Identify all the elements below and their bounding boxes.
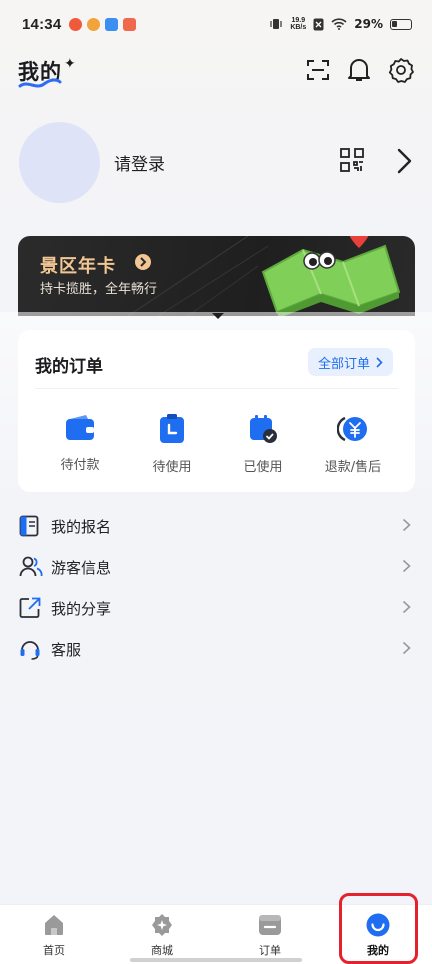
red-app-icon	[123, 17, 137, 31]
avatar[interactable]	[19, 122, 100, 203]
tab-home[interactable]: 首页	[0, 905, 108, 964]
home-icon	[42, 913, 66, 937]
order-to-use[interactable]: 待使用	[131, 414, 213, 475]
vibrate-icon	[270, 19, 282, 29]
title-swoosh-decoration	[18, 78, 62, 88]
header: 我的 ✦	[0, 52, 432, 96]
order-label: 待付款	[60, 458, 100, 473]
orders-title: 我的订单	[35, 357, 103, 377]
chevron-right-icon[interactable]	[396, 148, 412, 174]
banner-arrow-icon	[135, 254, 151, 270]
annual-card-banner[interactable]: 景区年卡 持卡揽胜，全年畅行	[18, 236, 415, 316]
chevron-right-icon	[402, 600, 411, 614]
order-label: 退款/售后	[324, 460, 382, 475]
blue-app-icon	[105, 17, 119, 31]
all-orders-button[interactable]: 全部订单	[308, 348, 394, 376]
menu-item-label: 我的报名	[51, 518, 112, 536]
qr-code-icon[interactable]	[340, 148, 364, 172]
wifi-icon	[331, 18, 347, 30]
status-right: 19.9 KB/s 29%	[269, 17, 412, 31]
chevron-right-icon	[402, 641, 411, 655]
settings-button[interactable]	[387, 56, 415, 84]
order-pending-payment[interactable]: 待付款	[39, 414, 121, 473]
net-speed-value: 19.9	[291, 17, 306, 24]
menu-item-service[interactable]: 客服	[0, 628, 432, 669]
menu-item-share[interactable]: 我的分享	[0, 587, 432, 628]
headset-icon	[20, 641, 40, 660]
weibo-app-icon	[69, 17, 83, 31]
tab-label: 商城	[151, 944, 173, 957]
yuan-refund-icon	[337, 416, 367, 442]
banner-subtitle: 持卡揽胜，全年畅行	[40, 282, 158, 297]
banner-notch	[212, 313, 224, 319]
menu-item-signup[interactable]: 我的报名	[0, 505, 432, 546]
orange-app-icon	[87, 17, 101, 31]
wallet-icon	[66, 415, 94, 440]
tab-orders[interactable]: 订单	[216, 905, 324, 964]
chevron-right-icon	[402, 518, 411, 532]
net-speed-unit: KB/s	[290, 24, 307, 31]
orders-icon	[258, 913, 282, 937]
map-pin-illustration	[261, 236, 401, 316]
order-used[interactable]: 已使用	[222, 414, 304, 475]
bell-icon	[348, 59, 370, 81]
scan-icon	[307, 60, 329, 80]
profile-section[interactable]: 请登录	[0, 120, 432, 206]
tab-label: 订单	[259, 944, 281, 957]
menu-list: 我的报名 游客信息 我的分享 客服	[0, 505, 432, 669]
calendar-check-icon	[250, 415, 277, 443]
login-link[interactable]: 请登录	[114, 150, 165, 175]
status-app-icons	[69, 17, 137, 31]
orders-card: 我的订单 全部订单 待付款 待使用 已使用 退款/售后	[18, 330, 415, 492]
order-label: 已使用	[243, 460, 283, 475]
menu-item-label: 客服	[51, 641, 82, 659]
share-icon	[19, 597, 41, 618]
menu-item-label: 游客信息	[51, 559, 112, 577]
net-speed: 19.9 KB/s	[290, 17, 306, 31]
banner-title: 景区年卡	[40, 256, 116, 277]
chevron-right-icon	[402, 559, 411, 573]
battery-icon	[390, 18, 412, 30]
active-tab-highlight	[339, 893, 418, 964]
all-orders-label: 全部订单	[318, 356, 371, 372]
status-bar: 14:34 19.9 KB/s 29%	[0, 0, 432, 48]
visitors-icon	[19, 556, 43, 577]
mall-icon	[150, 913, 174, 937]
home-indicator	[130, 958, 302, 962]
signup-doc-icon	[19, 515, 39, 537]
chevron-right-icon	[376, 356, 383, 368]
menu-item-label: 我的分享	[51, 600, 112, 618]
status-time: 14:34	[22, 15, 62, 33]
order-label: 待使用	[152, 460, 192, 475]
sim-off-icon	[313, 18, 324, 30]
order-refund[interactable]: 退款/售后	[312, 414, 394, 475]
notification-button[interactable]	[345, 56, 373, 84]
scan-button[interactable]	[304, 56, 332, 84]
sparkle-icon: ✦	[64, 56, 76, 72]
menu-item-visitors[interactable]: 游客信息	[0, 546, 432, 587]
orders-divider	[35, 388, 398, 389]
tab-mall[interactable]: 商城	[108, 905, 216, 964]
battery-text: 29%	[354, 17, 383, 31]
tab-label: 首页	[43, 944, 65, 957]
clock-ticket-icon	[160, 414, 184, 443]
gear-icon	[388, 58, 414, 83]
